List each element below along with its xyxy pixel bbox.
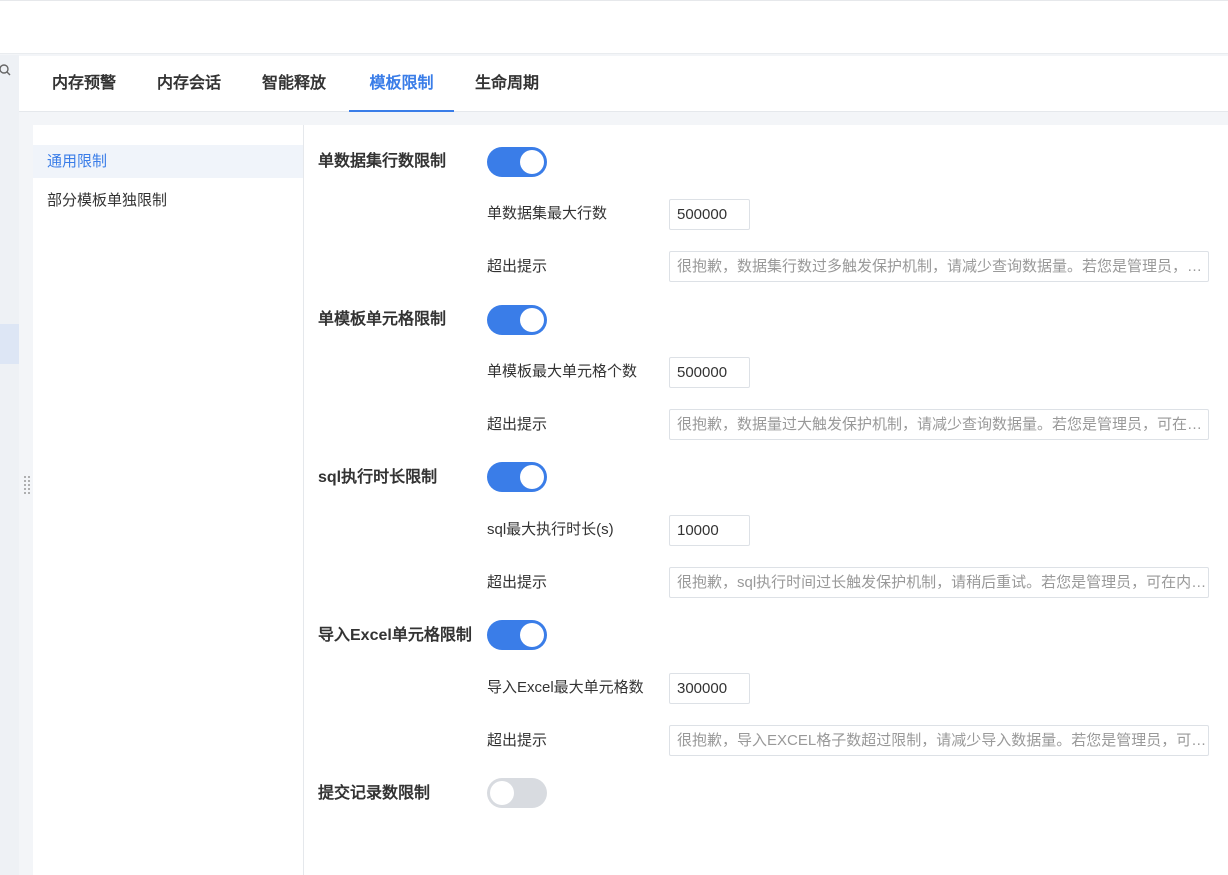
resize-handle-icon[interactable] xyxy=(23,475,31,495)
submit-records-toggle[interactable] xyxy=(487,778,547,808)
template-max-cells-label: 单模板最大单元格个数 xyxy=(487,363,638,380)
sql-duration-toggle[interactable] xyxy=(487,462,547,492)
main-tab-bar: 内存预警 内存会话 智能释放 模板限制 生命周期 xyxy=(19,56,1228,112)
sidenav-item-template-specific-limit[interactable]: 部分模板单独限制 xyxy=(33,184,303,217)
sidebar-selected-item[interactable] xyxy=(0,324,19,364)
tab-template-limit[interactable]: 模板限制 xyxy=(349,56,454,112)
tab-memory-session[interactable]: 内存会话 xyxy=(144,56,234,112)
excel-max-cells-input[interactable]: 300000 xyxy=(669,673,750,704)
excel-max-cells-label: 导入Excel最大单元格数 xyxy=(487,679,644,696)
dataset-hint-label: 超出提示 xyxy=(487,258,548,275)
template-hint-input[interactable]: 很抱歉，数据量过大触发保护机制，请减少查询数据量。若您是管理员，可在内存管理中调… xyxy=(669,409,1209,440)
tab-smart-release[interactable]: 智能释放 xyxy=(249,56,339,112)
template-cells-toggle[interactable] xyxy=(487,305,547,335)
dataset-hint-input[interactable]: 很抱歉，数据集行数过多触发保护机制，请减少查询数据量。若您是管理员，可在内存管理… xyxy=(669,251,1209,282)
toggle-knob xyxy=(520,150,544,174)
template-cells-title: 单模板单元格限制 xyxy=(318,311,447,328)
sidenav-item-general-limit[interactable]: 通用限制 xyxy=(33,145,303,178)
settings-sidenav: 通用限制 部分模板单独限制 xyxy=(33,125,304,875)
toggle-knob xyxy=(520,308,544,332)
search-icon[interactable] xyxy=(0,63,12,77)
toggle-knob xyxy=(520,465,544,489)
submit-records-title: 提交记录数限制 xyxy=(318,785,431,802)
excel-cells-toggle[interactable] xyxy=(487,620,547,650)
left-collapsed-sidebar xyxy=(0,55,19,875)
excel-cells-title: 导入Excel单元格限制 xyxy=(318,627,472,644)
template-hint-label: 超出提示 xyxy=(487,416,548,433)
toggle-knob xyxy=(520,623,544,647)
dataset-max-rows-label: 单数据集最大行数 xyxy=(487,205,608,222)
sql-hint-input[interactable]: 很抱歉，sql执行时间过长触发保护机制，请稍后重试。若您是管理员，可在内存管理中… xyxy=(669,567,1209,598)
top-header-bar xyxy=(0,0,1228,54)
excel-hint-label: 超出提示 xyxy=(487,732,548,749)
sql-hint-label: 超出提示 xyxy=(487,574,548,591)
sql-max-duration-label: sql最大执行时长(s) xyxy=(487,521,614,538)
excel-hint-input[interactable]: 很抱歉，导入EXCEL格子数超过限制，请减少导入数据量。若您是管理员，可在内存管… xyxy=(669,725,1209,756)
sql-max-duration-input[interactable]: 10000 xyxy=(669,515,750,546)
toggle-knob xyxy=(490,781,514,805)
dataset-rows-title: 单数据集行数限制 xyxy=(318,153,447,170)
dataset-max-rows-input[interactable]: 500000 xyxy=(669,199,750,230)
tab-lifecycle[interactable]: 生命周期 xyxy=(462,56,552,112)
dataset-rows-toggle[interactable] xyxy=(487,147,547,177)
template-max-cells-input[interactable]: 500000 xyxy=(669,357,750,388)
content-panel: 通用限制 部分模板单独限制 单数据集行数限制 单数据集最大行数 500000 超… xyxy=(33,125,1228,875)
sql-duration-title: sql执行时长限制 xyxy=(318,469,438,486)
tab-memory-warning[interactable]: 内存预警 xyxy=(39,56,129,112)
